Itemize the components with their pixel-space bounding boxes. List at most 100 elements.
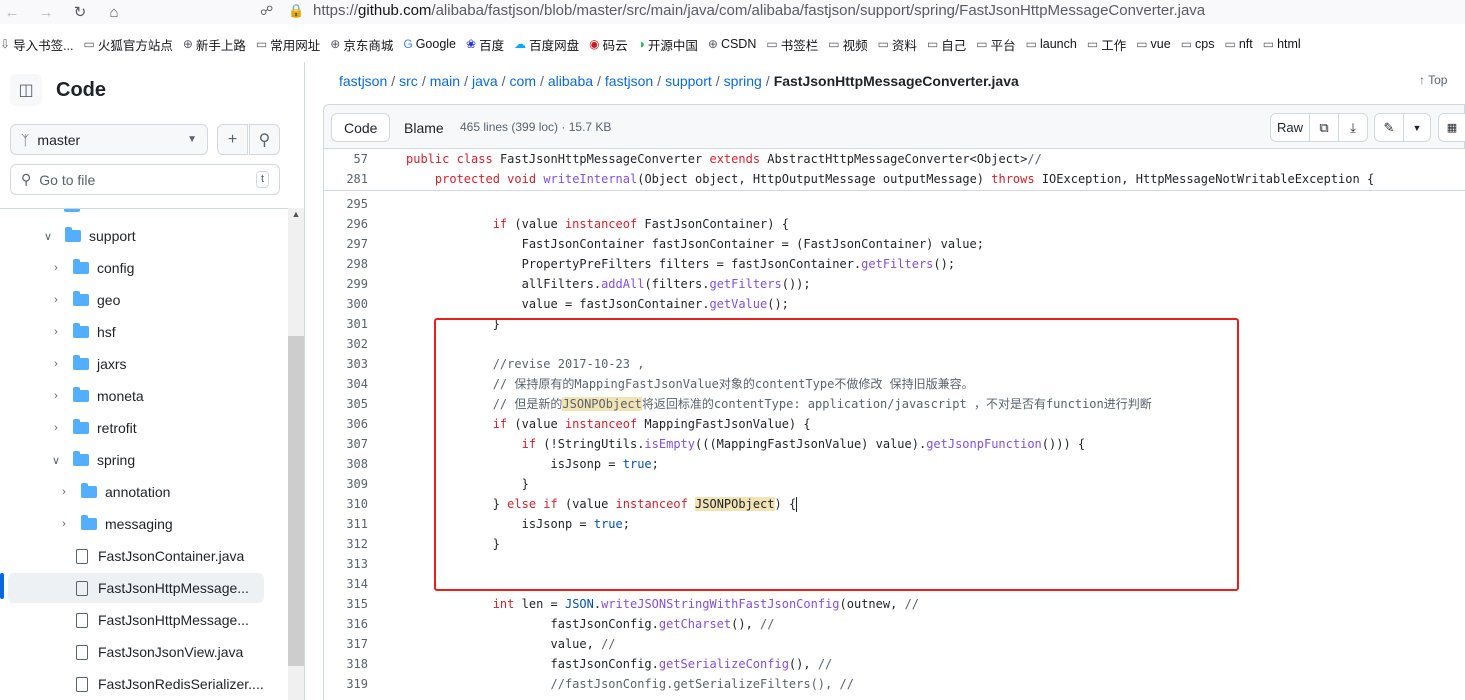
edit-options-button[interactable]: ▼ (1403, 113, 1431, 142)
bookmark-item[interactable]: ▭ launch (1026, 37, 1077, 51)
bookmark-item[interactable]: ▭ 工作 (1087, 35, 1126, 54)
bookmark-item[interactable]: ⊕ 新手上路 (183, 35, 246, 54)
search-button[interactable]: ⚲ (249, 124, 280, 155)
tree-folder[interactable]: › config (0, 253, 280, 283)
tree-folder[interactable]: › moneta (0, 381, 280, 411)
symbols-panel-button[interactable]: ▦ (1438, 113, 1465, 142)
bookmark-item[interactable]: G Google (403, 37, 456, 51)
chevron-down-icon[interactable]: ∨ (40, 230, 56, 243)
tree-folder[interactable]: ∨ support (0, 221, 280, 251)
shield-icon[interactable]: ☍ (260, 3, 273, 19)
bookmark-item[interactable]: ▭ html (1263, 37, 1301, 51)
line-number[interactable]: 305 (324, 394, 368, 414)
breadcrumb-link[interactable]: support (665, 73, 712, 89)
line-number[interactable]: 307 (324, 434, 368, 454)
tree-file[interactable]: FastJsonJsonView.java (0, 637, 280, 667)
tab-blame[interactable]: Blame (392, 113, 456, 142)
back-icon[interactable]: ← (0, 0, 24, 24)
tree-folder[interactable]: › annotation (0, 477, 280, 507)
bookmark-item[interactable]: ▭ 资料 (878, 35, 917, 54)
line-number[interactable]: 319 (324, 674, 368, 694)
line-number[interactable]: 317 (324, 634, 368, 654)
add-file-button[interactable]: + (217, 124, 248, 155)
raw-button[interactable]: Raw (1270, 113, 1310, 142)
tab-code[interactable]: Code (331, 113, 391, 142)
top-link[interactable]: ↑ Top (1419, 73, 1447, 87)
bookmark-item[interactable]: ▭ 自己 (927, 35, 966, 54)
bookmark-item[interactable]: ◉ 码云 (589, 35, 628, 54)
line-number[interactable]: 299 (324, 274, 368, 294)
bookmark-item[interactable]: ⇩ 导入书签... (0, 35, 73, 54)
go-to-file-input[interactable]: ⚲ Go to file t (10, 164, 280, 195)
tree-file[interactable]: FastJsonHttpMessage... (8, 573, 264, 603)
sidebar-collapse-icon[interactable]: ◫ (10, 74, 42, 106)
bookmark-item[interactable]: ▭ 平台 (976, 35, 1015, 54)
bookmark-item[interactable]: ▭ cps (1181, 37, 1215, 51)
line-number[interactable]: 311 (324, 514, 368, 534)
branch-selector[interactable]: ᛉ master ▼ (10, 124, 208, 155)
breadcrumb-link[interactable]: alibaba (548, 73, 593, 89)
lock-icon[interactable]: 🔒 (288, 3, 304, 19)
breadcrumb-link[interactable]: fastjson (339, 73, 387, 89)
chevron-right-icon[interactable]: › (56, 518, 72, 530)
tree-file[interactable]: FastJsonContainer.java (0, 541, 280, 571)
breadcrumb-link[interactable]: main (430, 73, 460, 89)
reload-icon[interactable]: ↻ (68, 0, 92, 24)
copy-raw-button[interactable]: ⧉ (1309, 113, 1339, 142)
line-number[interactable]: 302 (324, 334, 368, 354)
download-raw-button[interactable]: ⤓ (1338, 113, 1368, 142)
line-number[interactable]: 315 (324, 594, 368, 614)
line-number[interactable]: 316 (324, 614, 368, 634)
bookmark-item[interactable]: ▭ 常用网址 (256, 35, 320, 54)
breadcrumb-link[interactable]: src (399, 73, 418, 89)
tree-folder[interactable]: › messaging (0, 509, 280, 539)
line-number[interactable]: 312 (324, 534, 368, 554)
tree-file[interactable]: FastJsonRedisSerializer.... (0, 669, 280, 699)
line-number[interactable]: 310 (324, 494, 368, 514)
chevron-right-icon[interactable]: › (56, 486, 72, 498)
line-number[interactable]: 314 (324, 574, 368, 594)
forward-icon[interactable]: → (34, 0, 58, 24)
bookmark-item[interactable]: ⊕ CSDN (708, 37, 756, 51)
line-number[interactable]: 313 (324, 554, 368, 574)
line-number[interactable]: 57 (324, 149, 368, 169)
chevron-right-icon[interactable]: › (48, 358, 64, 370)
line-number[interactable]: 304 (324, 374, 368, 394)
chevron-down-icon[interactable]: ∨ (48, 454, 64, 467)
line-number[interactable]: 301 (324, 314, 368, 334)
scroll-up-icon[interactable]: ▲ (288, 209, 304, 223)
line-number[interactable]: 281 (324, 169, 368, 189)
edit-button[interactable]: ✎ (1374, 113, 1404, 142)
home-icon[interactable]: ⌂ (102, 0, 126, 24)
bookmark-item[interactable]: ▭ vue (1136, 37, 1171, 51)
line-number[interactable]: 296 (324, 214, 368, 234)
breadcrumb-link[interactable]: com (510, 73, 536, 89)
bookmark-item[interactable]: ▭ 火狐官方站点 (83, 35, 172, 54)
bookmark-item[interactable]: ▭ 书签栏 (766, 35, 818, 54)
url-field[interactable]: https://github.com/alibaba/fastjson/blob… (313, 2, 1205, 19)
line-number[interactable]: 306 (324, 414, 368, 434)
bookmark-item[interactable]: ▭ 视频 (828, 35, 867, 54)
tree-folder[interactable]: › hsf (0, 317, 280, 347)
line-number[interactable]: 295 (324, 194, 368, 214)
chevron-right-icon[interactable]: › (48, 422, 64, 434)
chevron-right-icon[interactable]: › (48, 326, 64, 338)
line-number[interactable]: 308 (324, 454, 368, 474)
tree-folder[interactable]: › geo (0, 285, 280, 315)
chevron-right-icon[interactable]: › (48, 390, 64, 402)
bookmark-item[interactable]: ◑ 开源中国 (638, 35, 698, 54)
tree-scrollbar-thumb[interactable] (288, 336, 304, 666)
tree-folder[interactable]: ∨ spring (0, 445, 280, 475)
breadcrumb-link[interactable]: fastjson (605, 73, 653, 89)
tree-folder[interactable]: › jaxrs (0, 349, 280, 379)
bookmark-item[interactable]: ▭ nft (1225, 37, 1253, 51)
chevron-right-icon[interactable]: › (48, 262, 64, 274)
line-number[interactable]: 309 (324, 474, 368, 494)
tree-file[interactable]: FastJsonHttpMessage... (0, 605, 280, 635)
line-number[interactable]: 318 (324, 654, 368, 674)
chevron-right-icon[interactable]: › (48, 294, 64, 306)
line-number[interactable]: 303 (324, 354, 368, 374)
tree-item-partial[interactable] (48, 209, 88, 221)
line-number[interactable]: 297 (324, 234, 368, 254)
bookmark-item[interactable]: ⊕ 京东商城 (330, 35, 393, 54)
